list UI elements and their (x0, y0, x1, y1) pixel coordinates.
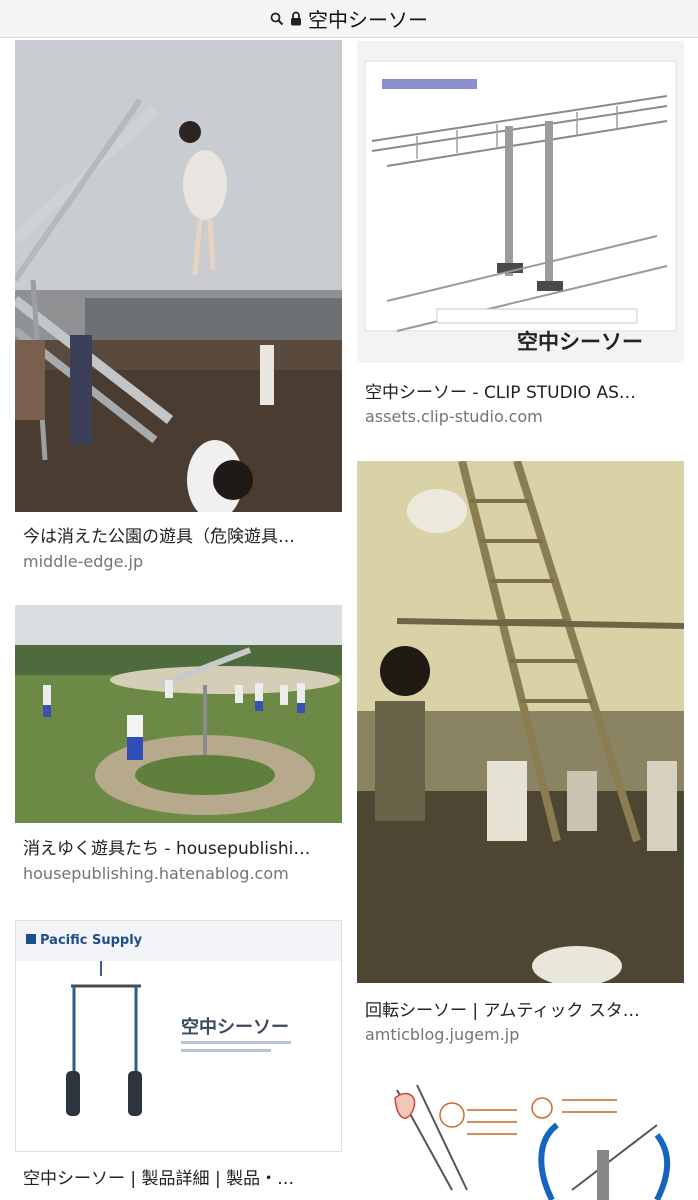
result-domain: amticblog.jugem.jp (365, 1025, 520, 1044)
result-thumbnail[interactable] (15, 40, 342, 512)
image-title-text: 空中シーソー (517, 330, 643, 354)
result-domain: housepublishing.hatenablog.com (23, 864, 289, 883)
result-domain: assets.clip-studio.com (365, 407, 543, 426)
result-caption[interactable]: 空中シーソー - CLIP STUDIO AS… (365, 378, 680, 403)
result-card[interactable]: 回転シーソー | アムティック スタ… amticblog.jugem.jp (357, 461, 684, 1061)
lock-icon (291, 11, 301, 26)
result-card[interactable] (357, 1080, 684, 1200)
result-thumbnail[interactable] (357, 1080, 684, 1200)
result-thumbnail[interactable]: 空中シーソー (357, 41, 684, 363)
result-card[interactable]: 今は消えた公園の遊具（危険遊具… middle-edge.jp (15, 37, 342, 582)
result-card[interactable]: 消えゆく遊具たち - housepublishi… housepublishin… (15, 605, 342, 895)
address-bar[interactable]: 空中シーソー (0, 0, 698, 38)
results-column-right: 空中シーソー 空中シーソー - CLIP STUDIO AS… assets.c… (357, 37, 684, 1200)
brand-logo-text: Pacific Supply (40, 933, 143, 948)
result-card[interactable]: 空中シーソー 空中シーソー - CLIP STUDIO AS… assets.c… (357, 37, 684, 432)
address-query: 空中シーソー (308, 8, 428, 32)
image-title-text: 空中シーソー (181, 1016, 289, 1038)
result-domain: middle-edge.jp (23, 552, 144, 571)
result-thumbnail[interactable] (15, 605, 342, 823)
search-icon (270, 12, 284, 25)
result-caption[interactable]: 回転シーソー | アムティック スタ… (365, 996, 680, 1021)
results-column-left: 今は消えた公園の遊具（危険遊具… middle-edge.jp 消えゆく遊具たち… (15, 37, 342, 1200)
result-card[interactable]: Pacific Supply 空中シーソー 空中シーソー | 製品詳細 | 製品… (15, 920, 342, 1200)
result-thumbnail[interactable]: Pacific Supply 空中シーソー (15, 920, 342, 1152)
result-caption[interactable]: 消えゆく遊具たち - housepublishi… (23, 834, 338, 859)
result-thumbnail[interactable] (357, 461, 684, 983)
result-caption[interactable]: 今は消えた公園の遊具（危険遊具… (23, 522, 338, 547)
result-caption[interactable]: 空中シーソー | 製品詳細 | 製品・… (23, 1164, 338, 1189)
